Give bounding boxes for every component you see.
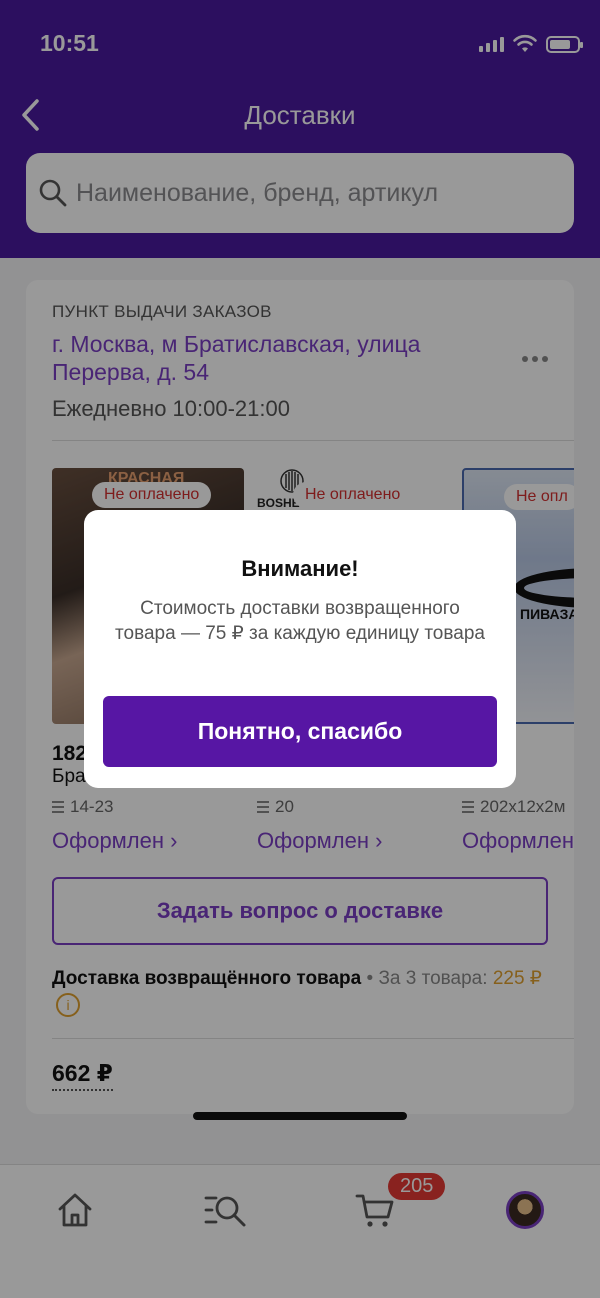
dialog-title: Внимание! [241,556,359,581]
alert-dialog: Внимание! Стоимость доставки возвращенно… [84,510,516,788]
ok-button[interactable]: Понятно, спасибо [103,696,497,767]
dialog-message: Стоимость доставки возвращенного товара … [115,598,485,644]
